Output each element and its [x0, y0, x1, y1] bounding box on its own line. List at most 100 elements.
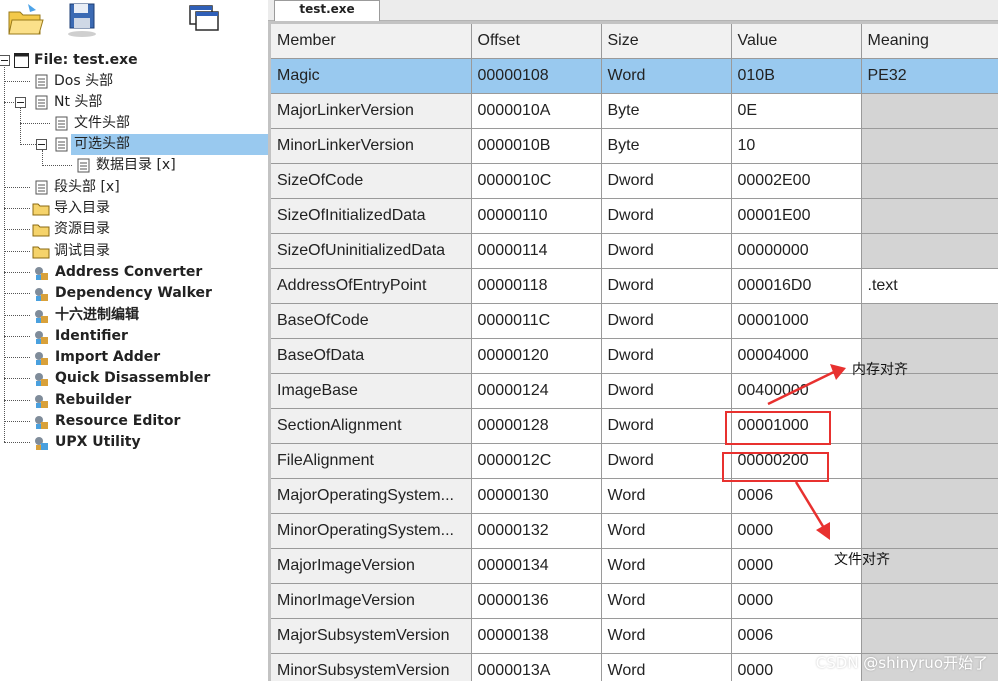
cell-value[interactable]: 00001E00 — [731, 198, 862, 234]
tree-item-address-converter[interactable]: Address Converter — [0, 262, 268, 283]
cell-offset: 0000011C — [471, 303, 602, 339]
table-row[interactable]: AddressOfEntryPoint 00000118 Dword 000016D0… — [271, 268, 998, 304]
tree-item-label: Rebuilder — [55, 392, 132, 408]
document-icon — [34, 74, 49, 89]
cell-offset: 0000010B — [471, 128, 602, 164]
cell-size: Word — [601, 478, 732, 514]
cell-value[interactable]: 0006 — [731, 618, 862, 654]
tree-item-file-header[interactable]: 文件头部 — [0, 113, 268, 134]
open-file-icon[interactable] — [6, 0, 46, 40]
table-row[interactable]: MajorLinkerVersion 0000010A Byte 0E — [271, 93, 998, 129]
tree-item-import-directory[interactable]: 导入目录 — [0, 198, 268, 219]
tool-icon — [32, 371, 48, 386]
table-row[interactable]: SizeOfUninitializedData 00000114 Dword 0000… — [271, 233, 998, 269]
tab-test-exe[interactable]: test.exe — [274, 0, 380, 21]
cell-value[interactable]: 00000000 — [731, 233, 862, 269]
table-row[interactable]: SizeOfCode 0000010C Dword 00002E00 — [271, 163, 998, 199]
column-header-value[interactable]: Value — [731, 24, 862, 59]
optional-header-table[interactable]: Member Offset Size Value Meaning Magic 00… — [271, 24, 998, 681]
cell-size: Word — [601, 548, 732, 584]
cell-member: SizeOfUninitializedData — [271, 233, 472, 269]
cell-offset: 00000118 — [471, 268, 602, 304]
column-header-member[interactable]: Member — [271, 24, 472, 59]
cell-value[interactable]: 00002E00 — [731, 163, 862, 199]
column-header-size[interactable]: Size — [601, 24, 732, 59]
cell-offset: 00000108 — [471, 58, 602, 94]
cell-meaning — [861, 198, 998, 234]
folder-icon — [32, 222, 50, 237]
tree-item-dos-header[interactable]: Dos 头部 — [0, 71, 268, 92]
table-row[interactable]: MajorOperatingSystem... 00000130 Word 0006 — [271, 478, 998, 514]
tree-item-rebuilder[interactable]: Rebuilder — [0, 390, 268, 411]
tree-item-section-headers[interactable]: 段头部 [x] — [0, 177, 268, 198]
tree-item-label: Identifier — [55, 328, 128, 344]
cell-member: BaseOfData — [271, 338, 472, 374]
cell-value[interactable]: 10 — [731, 128, 862, 164]
cell-offset: 00000132 — [471, 513, 602, 549]
cell-value[interactable]: 00001000 — [731, 303, 862, 339]
cell-offset: 00000120 — [471, 338, 602, 374]
cell-size: Dword — [601, 373, 732, 409]
cell-value[interactable]: 0000 — [731, 583, 862, 619]
tree-item-file[interactable]: File: test.exe — [0, 50, 268, 71]
table-row[interactable]: SectionAlignment 00000128 Dword 00001000 — [271, 408, 998, 444]
tree-item-data-directories[interactable]: 数据目录 [x] — [0, 155, 268, 176]
table-row[interactable]: FileAlignment 0000012C Dword 00000200 — [271, 443, 998, 479]
highlight-box-section-alignment — [725, 411, 831, 445]
cell-offset: 00000110 — [471, 198, 602, 234]
tree-item-upx-utility[interactable]: UPX Utility — [0, 432, 268, 453]
cell-member: MajorImageVersion — [271, 548, 472, 584]
table-row[interactable]: Magic 00000108 Word 010B PE32 — [271, 58, 998, 94]
cell-value[interactable]: 010B — [731, 58, 862, 94]
table-row[interactable]: BaseOfCode 0000011C Dword 00001000 — [271, 303, 998, 339]
tree-item-quick-disassembler[interactable]: Quick Disassembler — [0, 368, 268, 389]
window-icon — [14, 53, 29, 68]
cell-member: MinorSubsystemVersion — [271, 653, 472, 681]
windows-icon[interactable] — [186, 0, 226, 40]
cell-size: Dword — [601, 268, 732, 304]
table-row[interactable]: MajorSubsystemVersion 00000138 Word 0006 — [271, 618, 998, 654]
cell-size: Byte — [601, 93, 732, 129]
tree-item-dependency-walker[interactable]: Dependency Walker — [0, 283, 268, 304]
tree-item-label: File: test.exe — [34, 52, 138, 68]
tree-item-import-adder[interactable]: Import Adder — [0, 347, 268, 368]
tree-item-label: 段头部 [x] — [54, 179, 120, 195]
cell-member: SectionAlignment — [271, 408, 472, 444]
cell-meaning — [861, 303, 998, 339]
cell-offset: 00000114 — [471, 233, 602, 269]
collapse-icon[interactable] — [15, 97, 26, 108]
tree-item-optional-header[interactable]: 可选头部 — [0, 134, 271, 155]
tree-item-debug-directory[interactable]: 调试目录 — [0, 241, 268, 262]
table-row[interactable]: MinorLinkerVersion 0000010B Byte 10 — [271, 128, 998, 164]
tree-item-hex-editor[interactable]: 十六进制编辑 — [0, 305, 268, 326]
cell-size: Dword — [601, 303, 732, 339]
tool-icon — [32, 265, 48, 280]
table-row[interactable]: MinorOperatingSystem... 00000132 Word 0000 — [271, 513, 998, 549]
table-row[interactable]: SizeOfInitializedData 00000110 Dword 00001E… — [271, 198, 998, 234]
annotation-memory-align: 内存对齐 — [852, 362, 908, 378]
tool-icon — [32, 350, 48, 365]
tree-item-label: Import Adder — [55, 349, 161, 365]
cell-size: Word — [601, 618, 732, 654]
collapse-icon[interactable] — [0, 55, 10, 66]
save-disk-icon[interactable] — [62, 0, 102, 40]
cell-offset: 00000128 — [471, 408, 602, 444]
cell-member: MinorImageVersion — [271, 583, 472, 619]
cell-value[interactable]: 000016D0 — [731, 268, 862, 304]
cell-offset: 00000124 — [471, 373, 602, 409]
cell-size: Word — [601, 583, 732, 619]
cell-size: Byte — [601, 128, 732, 164]
cell-meaning — [861, 583, 998, 619]
cell-value[interactable]: 0E — [731, 93, 862, 129]
tree-item-label: 可选头部 — [71, 134, 271, 155]
table-row[interactable]: MinorImageVersion 00000136 Word 0000 — [271, 583, 998, 619]
tree-item-nt-header[interactable]: Nt 头部 — [0, 92, 268, 113]
column-header-offset[interactable]: Offset — [471, 24, 602, 59]
collapse-icon[interactable] — [36, 139, 47, 150]
column-header-meaning[interactable]: Meaning — [861, 24, 998, 59]
tree-item-identifier[interactable]: Identifier — [0, 326, 268, 347]
tree-item-resource-editor[interactable]: Resource Editor — [0, 411, 268, 432]
tree-item-label: 文件头部 — [74, 115, 130, 131]
tree-item-resource-directory[interactable]: 资源目录 — [0, 219, 268, 240]
cell-size: Dword — [601, 233, 732, 269]
